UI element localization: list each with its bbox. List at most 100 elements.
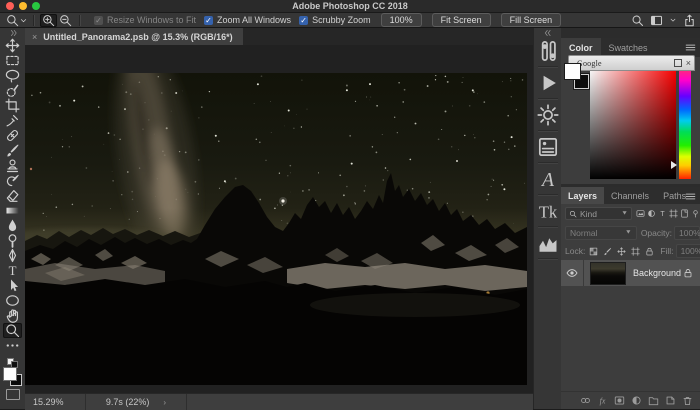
tab-channels[interactable]: Channels <box>604 187 656 204</box>
google-maximize-icon[interactable] <box>674 59 682 67</box>
photo-milky-way-panorama[interactable] <box>25 73 527 385</box>
panel-typekit-icon[interactable]: Tk <box>537 200 559 222</box>
tool-edit-toolbar-icon[interactable] <box>3 338 22 353</box>
share-icon[interactable] <box>683 14 696 27</box>
filter-f-pin-icon[interactable] <box>691 209 700 218</box>
filter-f-adjust-icon[interactable] <box>647 209 656 218</box>
tool-clone-stamp-icon[interactable] <box>3 158 22 173</box>
tool-crop-icon[interactable] <box>3 98 22 113</box>
layer-name[interactable]: Background <box>633 268 683 278</box>
filter-f-artboard-icon[interactable] <box>669 209 678 218</box>
tool-pen-icon[interactable] <box>3 248 22 263</box>
canvas[interactable] <box>25 45 533 393</box>
panel-foreground-swatch[interactable] <box>564 63 581 80</box>
filter-f-smart-icon[interactable] <box>680 209 689 218</box>
saturation-brightness-field[interactable] <box>590 67 676 179</box>
workspace-switcher-icon[interactable] <box>650 14 663 27</box>
layers-f-adjust-icon[interactable] <box>631 395 642 406</box>
zoom-tool-icon[interactable] <box>6 14 19 27</box>
document-tab[interactable]: × Untitled_Panorama2.psb @ 15.3% (RGB/16… <box>25 28 243 45</box>
google-close-icon[interactable]: × <box>686 59 691 68</box>
panel-histogram-icon[interactable] <box>537 232 559 254</box>
screen-mode-button[interactable] <box>6 389 20 400</box>
lock-opt-f-artboard-icon[interactable] <box>631 247 640 256</box>
zoom-level-value: 15.29% <box>33 397 64 407</box>
layers-mask-icon[interactable] <box>614 395 625 406</box>
app-title: Adobe Photoshop CC 2018 <box>0 1 700 11</box>
layers-fx-icon[interactable]: fx <box>597 395 608 406</box>
tool-marquee-icon[interactable] <box>3 53 22 68</box>
titlebar: Adobe Photoshop CC 2018 <box>0 0 700 13</box>
tool-preset-chevron-icon[interactable] <box>19 16 28 25</box>
hue-slider-arrow[interactable] <box>671 161 677 169</box>
color-swatches-control[interactable] <box>3 367 22 387</box>
tool-path-select-icon[interactable] <box>3 278 22 293</box>
zoom-all-windows-checkbox[interactable] <box>204 16 213 25</box>
default-colors-mini[interactable] <box>7 356 19 365</box>
opacity-dropdown[interactable]: 100% ▼ <box>674 226 700 240</box>
layers-link-icon[interactable] <box>580 395 591 406</box>
tab-layers[interactable]: Layers <box>561 187 604 204</box>
blend-mode-value: Normal <box>570 228 597 238</box>
layer-thumbnail[interactable] <box>590 262 626 285</box>
status-chevron-icon[interactable]: › <box>163 398 166 407</box>
panel-drag-strip[interactable] <box>561 28 700 38</box>
layer-filter-kind-dropdown[interactable]: Kind ▼ <box>565 207 632 220</box>
layers-folder-icon[interactable] <box>648 395 659 406</box>
workspace-chevron-icon[interactable] <box>669 16 677 24</box>
foreground-color-swatch[interactable] <box>3 367 17 381</box>
hue-slider[interactable] <box>679 67 691 179</box>
tool-eraser-icon[interactable] <box>3 188 22 203</box>
lock-opt-lock-icon[interactable] <box>645 247 654 256</box>
layer-visibility-toggle[interactable] <box>561 260 584 286</box>
panel-adjustments-icon[interactable] <box>537 104 559 126</box>
resize-windows-checkbox[interactable] <box>94 16 103 25</box>
blend-mode-dropdown[interactable]: Normal ▼ <box>565 226 637 240</box>
filter-search-icon <box>569 210 577 218</box>
fill-dropdown[interactable]: 100% ▼ <box>676 244 700 258</box>
tool-gradient-icon[interactable] <box>3 203 22 218</box>
lock-opt-move-icon[interactable] <box>617 247 626 256</box>
tool-hand-icon[interactable] <box>3 308 22 323</box>
filter-f-image-icon[interactable] <box>636 209 645 218</box>
zoom-100-button[interactable]: 100% <box>381 13 422 27</box>
google-floating-window[interactable]: Google × <box>568 55 695 71</box>
tool-lasso-icon[interactable] <box>3 68 22 83</box>
color-panel-menu-icon[interactable] <box>684 41 697 54</box>
fill-screen-button[interactable]: Fill Screen <box>501 13 562 27</box>
fit-screen-button[interactable]: Fit Screen <box>432 13 491 27</box>
document-info-field[interactable]: 9.7s (22%) › <box>86 394 187 410</box>
tool-eyedropper-icon[interactable] <box>3 113 22 128</box>
panel-libraries-icon[interactable] <box>537 136 559 158</box>
status-bar: 15.29% 9.7s (22%) › <box>25 393 533 410</box>
search-icon[interactable] <box>631 14 644 27</box>
tool-brush-icon[interactable] <box>3 143 22 158</box>
panel-actions-icon[interactable] <box>537 72 559 94</box>
tool-dodge-icon[interactable] <box>3 233 22 248</box>
layers-panel-menu-icon[interactable] <box>684 190 697 203</box>
lock-opt-lock-transparent-icon[interactable] <box>589 247 598 256</box>
lock-opt-brush-icon[interactable] <box>603 247 612 256</box>
tool-zoom-icon[interactable] <box>3 323 22 338</box>
zoom-out-button[interactable] <box>57 14 74 27</box>
filter-f-type-icon[interactable]: T <box>658 209 667 218</box>
tool-healing-brush-icon[interactable] <box>3 128 22 143</box>
panel-character-styles-icon[interactable]: A <box>537 168 559 190</box>
tool-history-brush-icon[interactable] <box>3 173 22 188</box>
tool-quick-select-icon[interactable] <box>3 83 22 98</box>
layer-row-background[interactable]: Background <box>561 260 700 286</box>
close-tab-icon[interactable]: × <box>32 32 37 42</box>
zoom-in-button[interactable] <box>40 14 57 27</box>
layers-trash-icon[interactable] <box>682 395 693 406</box>
scrubby-zoom-checkbox[interactable] <box>299 16 308 25</box>
tool-blur-icon[interactable] <box>3 218 22 233</box>
panel-properties-icon[interactable] <box>537 40 559 62</box>
layers-new-layer-icon[interactable] <box>665 395 676 406</box>
options-bar: Resize Windows to Fit Zoom All Windows S… <box>0 13 700 28</box>
panels-collapse-button[interactable] <box>534 28 562 38</box>
toolbar-expand-button[interactable] <box>0 28 25 38</box>
tool-move-icon[interactable] <box>3 38 22 53</box>
tool-type-icon[interactable]: T <box>3 263 22 278</box>
zoom-level-field[interactable]: 15.29% <box>25 394 86 410</box>
tool-shape-icon[interactable] <box>3 293 22 308</box>
